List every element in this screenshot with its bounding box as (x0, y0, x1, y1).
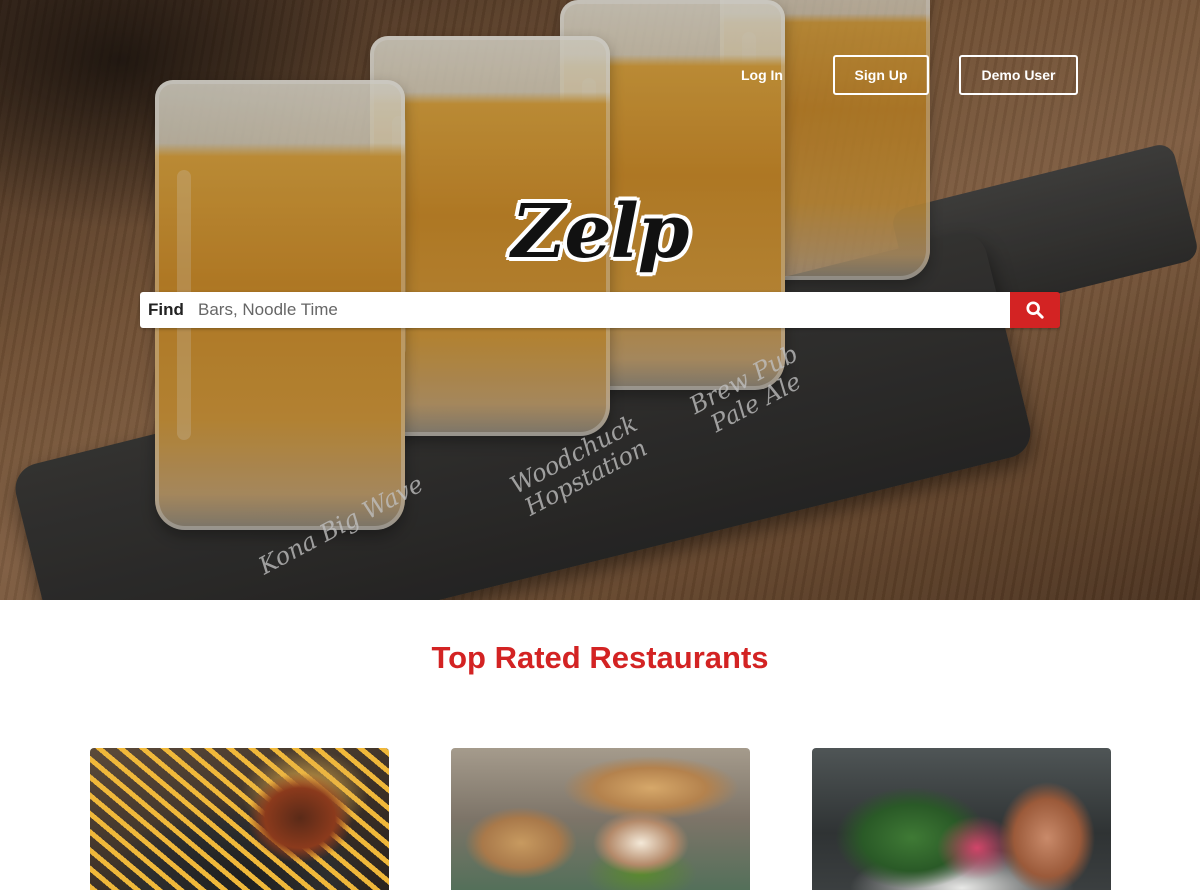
search-icon (1026, 301, 1044, 319)
restaurant-card-image[interactable] (812, 748, 1111, 890)
restaurant-card-image[interactable] (451, 748, 750, 890)
demo-user-button[interactable]: Demo User (959, 55, 1078, 95)
search-find-label: Find (140, 292, 192, 328)
restaurant-card-image[interactable] (90, 748, 389, 890)
section-title: Top Rated Restaurants (431, 640, 769, 675)
hero-banner: Kona Big Wave Woodchuck Hopstation Brew … (0, 0, 1200, 600)
search-input[interactable] (192, 292, 1010, 328)
search-bar: Find (140, 292, 1060, 328)
search-button[interactable] (1010, 292, 1060, 328)
signup-button[interactable]: Sign Up (833, 55, 929, 95)
login-link[interactable]: Log In (727, 58, 797, 92)
zelp-logo[interactable]: Zelp (480, 178, 720, 286)
